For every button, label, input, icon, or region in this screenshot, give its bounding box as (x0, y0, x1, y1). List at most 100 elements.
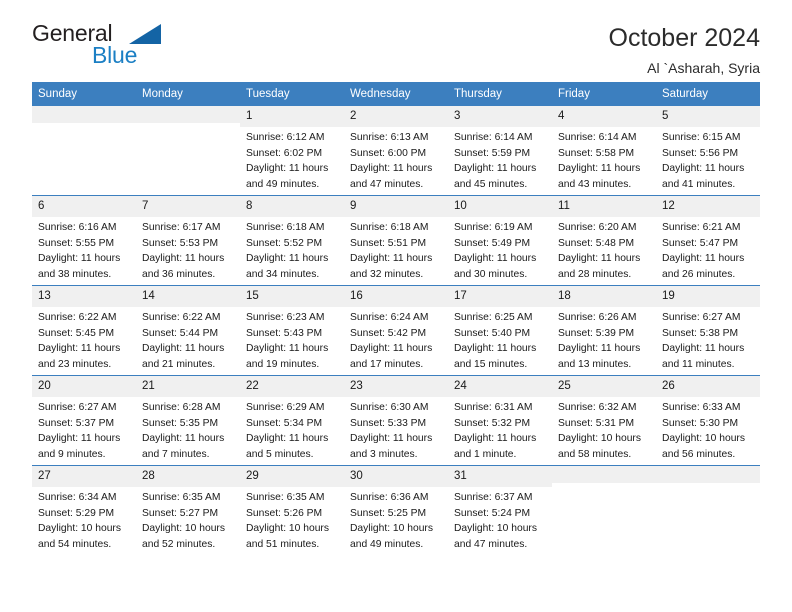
daylight-text: and 30 minutes. (454, 268, 528, 280)
sunset-text: Sunset: 5:40 PM (454, 327, 531, 339)
calendar-page: General Blue October 2024 Al `Asharah, S… (0, 0, 792, 612)
day-sun-info (32, 123, 136, 126)
sunrise-text: Sunrise: 6:12 AM (246, 132, 325, 144)
day-number: 8 (240, 196, 344, 218)
calendar-day-cell[interactable]: 30 Sunrise: 6:36 AM Sunset: 5:25 PM Dayligh… (344, 465, 448, 556)
calendar-day-cell[interactable]: 6 Sunrise: 6:16 AM Sunset: 5:55 PM Daylight… (32, 195, 136, 286)
daylight-text: Daylight: 11 hours (350, 433, 433, 445)
day-sun-info: Sunrise: 6:25 AM Sunset: 5:40 PM Daylight:… (448, 307, 552, 373)
daylight-text: and 7 minutes. (142, 448, 210, 460)
sunset-text: Sunset: 5:25 PM (350, 507, 427, 519)
calendar-week-row: 13 Sunrise: 6:22 AM Sunset: 5:45 PM Dayligh… (32, 285, 760, 376)
day-sun-info (656, 483, 760, 486)
day-31: 31 Sunrise: 6:37 AM Sunset: 5:24 PM Dayligh… (448, 466, 552, 556)
calendar-day-cell[interactable] (136, 106, 240, 196)
calendar-day-cell[interactable]: 21 Sunrise: 6:28 AM Sunset: 5:35 PM Dayligh… (136, 375, 240, 466)
calendar-day-cell[interactable]: 17 Sunrise: 6:25 AM Sunset: 5:40 PM Dayligh… (448, 285, 552, 376)
day-number (32, 106, 136, 124)
sunrise-text: Sunrise: 6:15 AM (662, 132, 741, 144)
calendar-day-cell[interactable]: 18 Sunrise: 6:26 AM Sunset: 5:39 PM Dayligh… (552, 285, 656, 376)
sunrise-text: Sunrise: 6:37 AM (454, 492, 533, 504)
daylight-text: and 28 minutes. (558, 268, 632, 280)
calendar-day-cell[interactable]: 5 Sunrise: 6:15 AM Sunset: 5:56 PM Daylight… (656, 106, 760, 196)
daylight-text: Daylight: 11 hours (38, 343, 121, 355)
sunrise-text: Sunrise: 6:24 AM (350, 312, 429, 324)
calendar-body: 1 Sunrise: 6:12 AM Sunset: 6:02 PM Daylight… (32, 106, 760, 556)
sunset-text: Sunset: 5:58 PM (558, 147, 635, 159)
page-title: October 2024 (608, 24, 761, 52)
weekday-header-thursday: Thursday (448, 82, 552, 107)
day-sun-info: Sunrise: 6:14 AM Sunset: 5:58 PM Daylight:… (552, 127, 656, 193)
calendar-day-cell[interactable]: 16 Sunrise: 6:24 AM Sunset: 5:42 PM Dayligh… (344, 285, 448, 376)
calendar-day-cell[interactable]: 7 Sunrise: 6:17 AM Sunset: 5:53 PM Daylight… (136, 195, 240, 286)
day-3: 3 Sunrise: 6:14 AM Sunset: 5:59 PM Daylight… (448, 106, 552, 196)
calendar-day-cell[interactable] (552, 465, 656, 556)
page-subtitle: Al `Asharah, Syria (647, 59, 760, 76)
calendar-day-cell[interactable]: 15 Sunrise: 6:23 AM Sunset: 5:43 PM Dayligh… (240, 285, 344, 376)
weekday-header-friday: Friday (552, 82, 656, 107)
daylight-text: and 1 minute. (454, 448, 517, 460)
day-number: 1 (240, 106, 344, 128)
daylight-text: Daylight: 11 hours (662, 163, 745, 175)
calendar-day-cell[interactable]: 26 Sunrise: 6:33 AM Sunset: 5:30 PM Dayligh… (656, 375, 760, 466)
sunrise-text: Sunrise: 6:34 AM (38, 492, 117, 504)
daylight-text: Daylight: 11 hours (142, 343, 225, 355)
sunset-text: Sunset: 5:33 PM (350, 417, 427, 429)
sunset-text: Sunset: 5:30 PM (662, 417, 739, 429)
sunset-text: Sunset: 5:27 PM (142, 507, 219, 519)
daylight-text: and 36 minutes. (142, 268, 216, 280)
sunset-text: Sunset: 5:47 PM (662, 237, 739, 249)
general-blue-logo[interactable]: General Blue (32, 22, 232, 74)
day-sun-info: Sunrise: 6:22 AM Sunset: 5:44 PM Daylight:… (136, 307, 240, 373)
daylight-text: Daylight: 11 hours (142, 253, 225, 265)
calendar-day-cell[interactable]: 9 Sunrise: 6:18 AM Sunset: 5:51 PM Daylight… (344, 195, 448, 286)
calendar-day-cell[interactable]: 14 Sunrise: 6:22 AM Sunset: 5:44 PM Dayligh… (136, 285, 240, 376)
calendar-day-cell[interactable]: 8 Sunrise: 6:18 AM Sunset: 5:52 PM Daylight… (240, 195, 344, 286)
day-26: 26 Sunrise: 6:33 AM Sunset: 5:30 PM Dayligh… (656, 376, 760, 466)
calendar-day-cell[interactable]: 28 Sunrise: 6:35 AM Sunset: 5:27 PM Dayligh… (136, 465, 240, 556)
calendar-day-cell[interactable]: 13 Sunrise: 6:22 AM Sunset: 5:45 PM Dayligh… (32, 285, 136, 376)
sunrise-text: Sunrise: 6:33 AM (662, 402, 741, 414)
day-sun-info: Sunrise: 6:32 AM Sunset: 5:31 PM Daylight:… (552, 397, 656, 463)
daylight-text: Daylight: 11 hours (454, 163, 537, 175)
calendar-day-cell[interactable]: 2 Sunrise: 6:13 AM Sunset: 6:00 PM Daylight… (344, 106, 448, 196)
day-21: 21 Sunrise: 6:28 AM Sunset: 5:35 PM Dayligh… (136, 376, 240, 466)
calendar-day-cell[interactable]: 19 Sunrise: 6:27 AM Sunset: 5:38 PM Dayligh… (656, 285, 760, 376)
calendar-day-cell[interactable]: 29 Sunrise: 6:35 AM Sunset: 5:26 PM Dayligh… (240, 465, 344, 556)
sunset-text: Sunset: 5:44 PM (142, 327, 219, 339)
title-block: October 2024 Al `Asharah, Syria (609, 22, 761, 76)
calendar-day-cell[interactable] (32, 106, 136, 196)
triangle-icon (129, 24, 161, 44)
day-number: 18 (552, 286, 656, 308)
day-27: 27 Sunrise: 6:34 AM Sunset: 5:29 PM Dayligh… (32, 466, 136, 556)
daylight-text: and 15 minutes. (454, 358, 528, 370)
calendar-day-cell[interactable]: 10 Sunrise: 6:19 AM Sunset: 5:49 PM Dayligh… (448, 195, 552, 286)
day-number: 29 (240, 466, 344, 488)
calendar-day-cell[interactable]: 1 Sunrise: 6:12 AM Sunset: 6:02 PM Daylight… (240, 106, 344, 196)
day-number: 2 (344, 106, 448, 128)
day-number: 19 (656, 286, 760, 308)
calendar-day-cell[interactable]: 22 Sunrise: 6:29 AM Sunset: 5:34 PM Dayligh… (240, 375, 344, 466)
day-18: 18 Sunrise: 6:26 AM Sunset: 5:39 PM Dayligh… (552, 286, 656, 376)
calendar-day-cell[interactable]: 31 Sunrise: 6:37 AM Sunset: 5:24 PM Dayligh… (448, 465, 552, 556)
daylight-text: and 34 minutes. (246, 268, 320, 280)
day-sun-info: Sunrise: 6:29 AM Sunset: 5:34 PM Daylight:… (240, 397, 344, 463)
calendar-day-cell[interactable]: 27 Sunrise: 6:34 AM Sunset: 5:29 PM Dayligh… (32, 465, 136, 556)
daylight-text: Daylight: 10 hours (38, 523, 121, 535)
calendar-day-cell[interactable]: 24 Sunrise: 6:31 AM Sunset: 5:32 PM Dayligh… (448, 375, 552, 466)
day-sun-info: Sunrise: 6:18 AM Sunset: 5:51 PM Daylight:… (344, 217, 448, 283)
sunrise-text: Sunrise: 6:17 AM (142, 222, 221, 234)
daylight-text: Daylight: 11 hours (558, 253, 641, 265)
calendar-day-cell[interactable]: 20 Sunrise: 6:27 AM Sunset: 5:37 PM Dayligh… (32, 375, 136, 466)
calendar-day-cell[interactable]: 11 Sunrise: 6:20 AM Sunset: 5:48 PM Dayligh… (552, 195, 656, 286)
calendar-day-cell[interactable]: 25 Sunrise: 6:32 AM Sunset: 5:31 PM Dayligh… (552, 375, 656, 466)
calendar-day-cell[interactable]: 12 Sunrise: 6:21 AM Sunset: 5:47 PM Dayligh… (656, 195, 760, 286)
masthead: General Blue October 2024 Al `Asharah, S… (32, 0, 760, 76)
calendar-day-cell[interactable]: 3 Sunrise: 6:14 AM Sunset: 5:59 PM Daylight… (448, 106, 552, 196)
sunset-text: Sunset: 5:53 PM (142, 237, 219, 249)
calendar-week-row: 1 Sunrise: 6:12 AM Sunset: 6:02 PM Daylight… (32, 106, 760, 196)
calendar-day-cell[interactable] (656, 465, 760, 556)
calendar-day-cell[interactable]: 23 Sunrise: 6:30 AM Sunset: 5:33 PM Dayligh… (344, 375, 448, 466)
day-sun-info (552, 483, 656, 486)
calendar-day-cell[interactable]: 4 Sunrise: 6:14 AM Sunset: 5:58 PM Daylight… (552, 106, 656, 196)
